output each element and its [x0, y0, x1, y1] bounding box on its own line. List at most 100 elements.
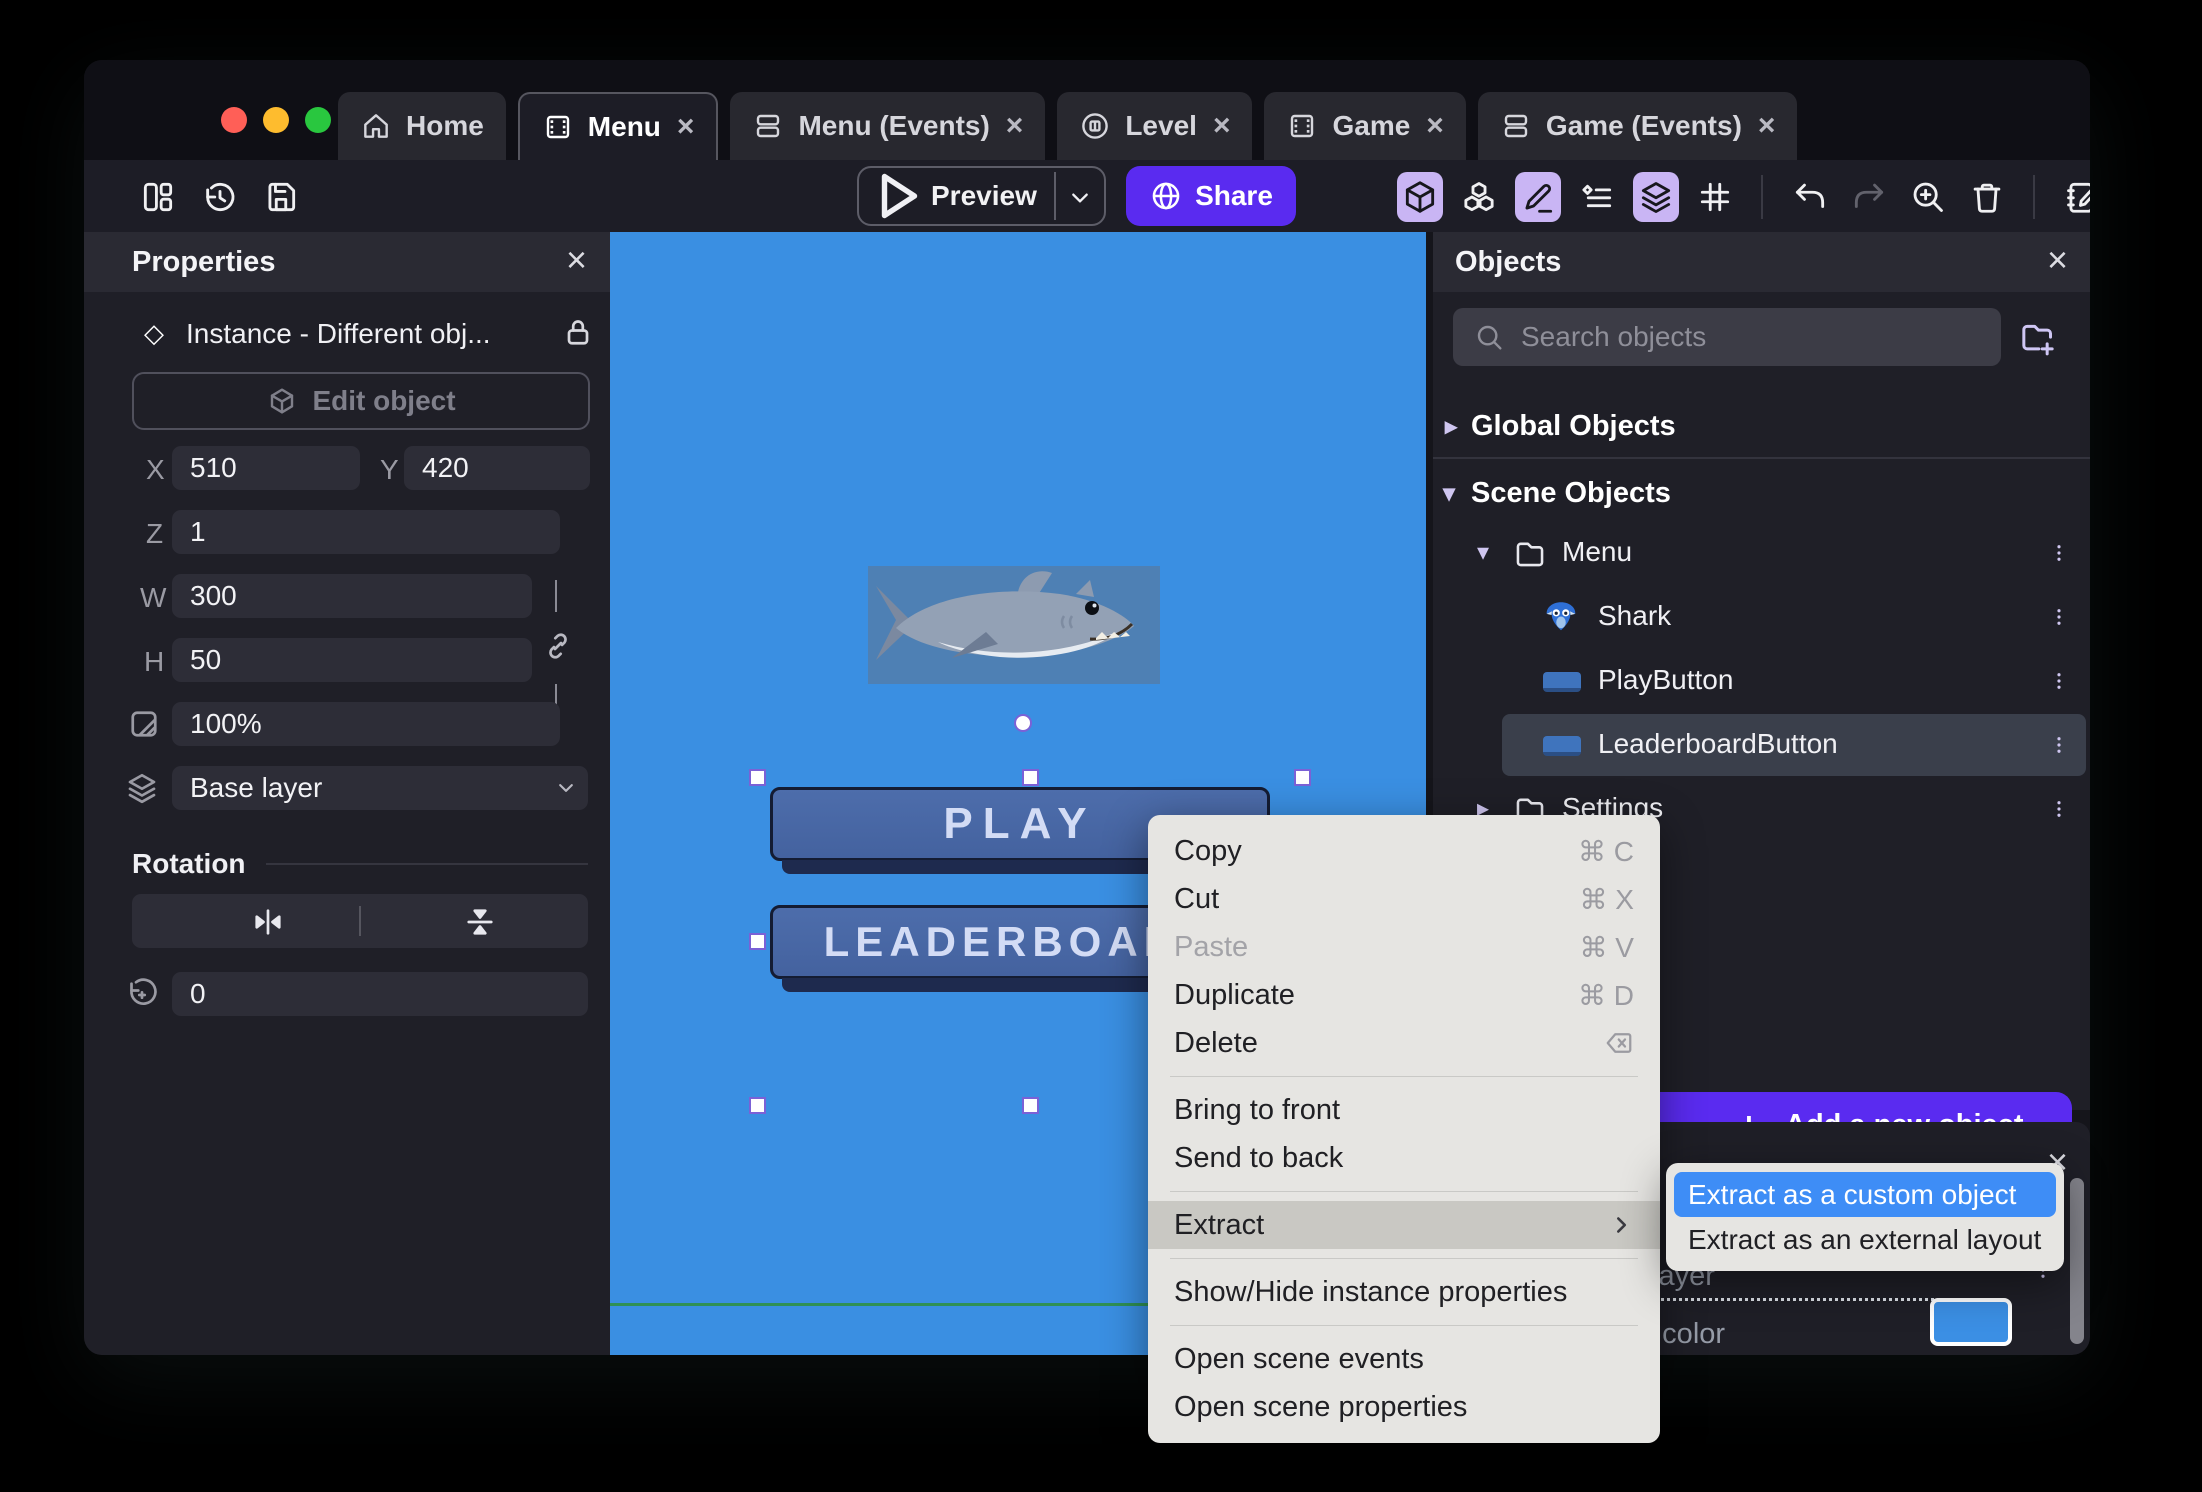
edit-object-label: Edit object	[312, 385, 456, 416]
preview-button[interactable]: Preview	[857, 166, 1106, 226]
search-input[interactable]: Search objects	[1453, 308, 2001, 366]
resize-handle[interactable]	[749, 769, 766, 786]
y-input[interactable]: 420	[404, 446, 590, 490]
menu-item-label: Send to back	[1174, 1141, 1344, 1174]
kebab-menu-icon[interactable]	[2049, 535, 2069, 571]
sidebar-section-global-objects[interactable]: ▸ Global Objects	[1445, 410, 1676, 443]
flip-vertical-icon[interactable]	[462, 904, 498, 940]
zoom-window-button[interactable]	[305, 107, 331, 133]
x-input[interactable]: 510	[172, 446, 360, 490]
tab-game-events[interactable]: Game (Events) ×	[1477, 92, 1798, 160]
shark-sprite[interactable]	[868, 566, 1160, 684]
sidebar-section-scene-objects[interactable]: ▾ Scene Objects	[1443, 477, 1671, 510]
kebab-menu-icon[interactable]	[2049, 727, 2069, 763]
opacity-input[interactable]: 100%	[172, 702, 560, 746]
tab-game[interactable]: Game ×	[1264, 92, 1466, 160]
trash-icon[interactable]	[1964, 174, 2010, 220]
menu-item-paste[interactable]: Paste ⌘ V	[1148, 923, 1660, 971]
kebab-menu-icon[interactable]	[2049, 599, 2069, 635]
layer-select[interactable]: Base layer	[172, 766, 588, 810]
w-input[interactable]: 300	[172, 574, 532, 618]
rotation-input[interactable]: 0	[172, 972, 588, 1016]
submenu-item-extract-as-a-custom-object[interactable]: Extract as a custom object	[1674, 1172, 2056, 1217]
scrollbar-thumb[interactable]	[2070, 1178, 2084, 1344]
home-icon	[360, 110, 392, 142]
cubes-icon[interactable]	[1456, 174, 1502, 220]
w-label: W	[140, 582, 167, 613]
resize-handle[interactable]	[749, 933, 766, 950]
object-row-shark[interactable]: Shark	[1433, 586, 2090, 648]
edit-object-button[interactable]: Edit object	[132, 372, 590, 430]
menu-item-extract[interactable]: Extract	[1148, 1201, 1660, 1249]
menu-item-bring-to-front[interactable]: Bring to front	[1148, 1086, 1660, 1134]
tab-home[interactable]: Home	[338, 92, 506, 160]
button-thumbnail-icon	[1543, 736, 1581, 756]
share-label: Share	[1195, 180, 1273, 211]
submenu-item-extract-as-an-external-layout[interactable]: Extract as an external layout	[1674, 1217, 2056, 1262]
menu-item-delete[interactable]: Delete	[1148, 1019, 1660, 1067]
kebab-menu-icon[interactable]	[2049, 791, 2069, 827]
menu-divider	[1170, 1076, 1638, 1077]
menu-item-cut[interactable]: Cut ⌘ X	[1148, 875, 1660, 923]
menu-item-label: Copy	[1174, 834, 1242, 867]
tab-level[interactable]: Level ×	[1057, 92, 1253, 160]
pencil-icon[interactable]	[1515, 172, 1561, 222]
chevron-down-icon[interactable]: ▾	[1477, 538, 1489, 567]
resize-handle[interactable]	[1022, 769, 1039, 786]
instances-icon[interactable]	[1574, 174, 1620, 220]
screenshot-stage: Home Menu × Menu (Events) × Level × Game × G…	[0, 0, 2202, 1492]
rotate-icon	[124, 977, 160, 1013]
close-tab-icon[interactable]: ×	[1213, 111, 1231, 141]
h-input[interactable]: 50	[172, 638, 532, 682]
notebook-icon[interactable]	[2059, 174, 2090, 220]
tab-menu-events[interactable]: Menu (Events) ×	[730, 92, 1046, 160]
close-window-button[interactable]	[221, 107, 247, 133]
object-row-menu[interactable]: ▾ Menu	[1433, 522, 2090, 584]
resize-handle[interactable]	[749, 1097, 766, 1114]
chevron-down-icon[interactable]	[1064, 182, 1096, 214]
lock-icon[interactable]	[560, 314, 596, 350]
chevron-down-icon	[552, 774, 580, 802]
shortcut-label: ⌘ V	[1579, 931, 1634, 963]
minimize-window-button[interactable]	[263, 107, 289, 133]
events-icon	[752, 110, 784, 142]
object-label: PlayButton	[1598, 664, 1734, 695]
z-input[interactable]: 1	[172, 510, 560, 554]
close-tab-icon[interactable]: ×	[1758, 111, 1776, 141]
menu-item-open-scene-events[interactable]: Open scene events	[1148, 1335, 1660, 1383]
close-tab-icon[interactable]: ×	[677, 112, 695, 142]
tab-menu[interactable]: Menu ×	[517, 92, 719, 160]
layers-icon[interactable]	[1633, 172, 1679, 222]
close-tab-icon[interactable]: ×	[1006, 111, 1024, 141]
redo-icon[interactable]	[1846, 174, 1892, 220]
history-icon[interactable]	[197, 174, 243, 220]
rotation-handle[interactable]	[1014, 714, 1032, 732]
menu-item-copy[interactable]: Copy ⌘ C	[1148, 827, 1660, 875]
object-row-leaderboardbutton[interactable]: LeaderboardButton	[1433, 714, 2090, 776]
close-tab-icon[interactable]: ×	[1426, 111, 1444, 141]
undo-icon[interactable]	[1787, 174, 1833, 220]
menu-item-duplicate[interactable]: Duplicate ⌘ D	[1148, 971, 1660, 1019]
share-button[interactable]: Share	[1126, 166, 1296, 226]
properties-panel-header: Properties ×	[84, 232, 610, 292]
close-objects-icon[interactable]: ×	[2047, 242, 2068, 278]
menu-item-send-to-back[interactable]: Send to back	[1148, 1134, 1660, 1182]
menu-item-open-scene-properties[interactable]: Open scene properties	[1148, 1383, 1660, 1431]
scene-icon	[542, 111, 574, 143]
tab-bar: Home Menu × Menu (Events) × Level × Game × G…	[338, 92, 1798, 160]
menu-item-show-hide-instance-properties[interactable]: Show/Hide instance properties	[1148, 1268, 1660, 1316]
flip-horizontal-icon[interactable]	[250, 904, 286, 940]
save-icon[interactable]	[258, 174, 304, 220]
grid-icon[interactable]	[1692, 174, 1738, 220]
background-color-swatch[interactable]	[1930, 1298, 2012, 1346]
object-row-playbutton[interactable]: PlayButton	[1433, 650, 2090, 712]
resize-handle[interactable]	[1294, 769, 1311, 786]
resize-handle[interactable]	[1022, 1097, 1039, 1114]
panels-icon[interactable]	[135, 174, 181, 220]
kebab-menu-icon[interactable]	[2049, 663, 2069, 699]
close-properties-icon[interactable]: ×	[566, 242, 587, 278]
link-wh-icon[interactable]	[540, 628, 576, 664]
add-folder-icon[interactable]	[2018, 318, 2058, 358]
cube-icon[interactable]	[1397, 172, 1443, 222]
zoomin-icon[interactable]	[1905, 174, 1951, 220]
